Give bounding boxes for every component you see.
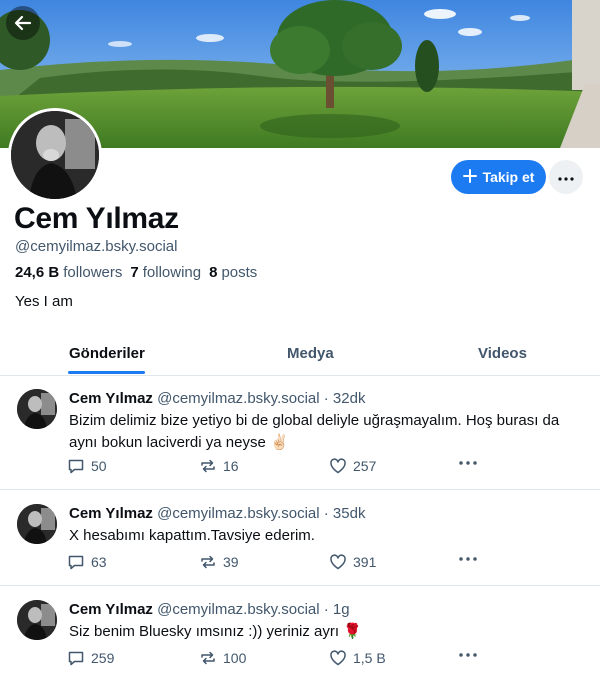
followers-link[interactable]: 24,6 Bfollowers [15, 264, 122, 281]
post-author-name[interactable]: Cem Yılmaz [69, 601, 153, 618]
ellipsis-icon [459, 557, 477, 561]
follow-button-label: Takip et [482, 169, 535, 185]
heart-icon [329, 553, 347, 571]
active-tab-indicator [68, 371, 145, 374]
speech-bubble-icon [67, 457, 85, 475]
reply-button[interactable]: 259 [67, 649, 114, 667]
post-menu-button[interactable] [459, 653, 477, 657]
speech-bubble-icon [67, 649, 85, 667]
tab-videos[interactable]: Videos [478, 330, 527, 376]
repost-arrows-icon [199, 649, 217, 667]
reply-count: 259 [91, 650, 115, 666]
posts-count: 8 [209, 264, 218, 281]
repost-count: 100 [223, 650, 247, 666]
reply-count: 50 [91, 458, 107, 474]
post-timestamp[interactable]: · 1g [324, 601, 350, 618]
repost-count: 16 [223, 458, 239, 474]
post-avatar[interactable] [17, 600, 57, 640]
followers-label: followers [63, 264, 123, 281]
plus-icon [462, 168, 477, 186]
repost-count: 39 [223, 554, 239, 570]
post-header: Cem Yılmaz @cemyilmaz.bsky.social · 1g [69, 601, 350, 618]
like-count: 1,5 B [353, 650, 386, 666]
reply-button[interactable]: 63 [67, 553, 107, 571]
ellipsis-icon [459, 653, 477, 657]
profile-tabs: Gönderiler Medya Videos [0, 330, 600, 376]
post-avatar[interactable] [17, 389, 57, 429]
post-timestamp[interactable]: · 32dk [324, 390, 366, 407]
like-button[interactable]: 391 [329, 553, 376, 571]
following-label: following [142, 264, 202, 281]
following-count: 7 [130, 264, 139, 281]
follow-button[interactable]: Takip et [451, 160, 546, 194]
repost-arrows-icon [199, 553, 217, 571]
post-header: Cem Yılmaz @cemyilmaz.bsky.social · 35dk [69, 505, 365, 522]
repost-button[interactable]: 16 [199, 457, 239, 475]
post-author-name[interactable]: Cem Yılmaz [69, 390, 153, 407]
reply-count: 63 [91, 554, 107, 570]
post-actions: 63 39 391 [67, 553, 487, 573]
post-author-handle[interactable]: @cemyilmaz.bsky.social [157, 505, 319, 522]
post-author-name[interactable]: Cem Yılmaz [69, 505, 153, 522]
heart-icon [329, 457, 347, 475]
post-header: Cem Yılmaz @cemyilmaz.bsky.social · 32dk [69, 390, 365, 407]
ellipsis-icon [558, 168, 574, 186]
repost-arrows-icon [199, 457, 217, 475]
like-count: 257 [353, 458, 377, 474]
repost-button[interactable]: 39 [199, 553, 239, 571]
repost-button[interactable]: 100 [199, 649, 246, 667]
like-button[interactable]: 257 [329, 457, 376, 475]
reply-button[interactable]: 50 [67, 457, 107, 475]
posts-label: posts [221, 264, 258, 281]
post-author-handle[interactable]: @cemyilmaz.bsky.social [157, 601, 319, 618]
like-button[interactable]: 1,5 B [329, 649, 386, 667]
profile-avatar[interactable] [8, 108, 102, 202]
posts-stat: 8 posts [209, 264, 257, 281]
post-actions: 50 16 257 [67, 457, 487, 477]
profile-stats: 24,6 Bfollowers 7 following 8 posts [15, 264, 257, 281]
profile-handle: @cemyilmaz.bsky.social [15, 238, 178, 255]
post-avatar[interactable] [17, 504, 57, 544]
post-menu-button[interactable] [459, 557, 477, 561]
post-text: X hesabımı kapattım.Tavsiye ederim. [69, 527, 315, 544]
tab-media[interactable]: Medya [287, 330, 334, 376]
post-text: Bizim delimiz bize yetiyo bi de global d… [69, 412, 560, 451]
post-menu-button[interactable] [459, 461, 477, 465]
feed-post[interactable]: Cem Yılmaz @cemyilmaz.bsky.social · 32dk… [0, 377, 600, 490]
display-name: Cem Yılmaz [14, 202, 179, 235]
heart-icon [329, 649, 347, 667]
post-author-handle[interactable]: @cemyilmaz.bsky.social [157, 390, 319, 407]
following-link[interactable]: 7 following [130, 264, 201, 281]
back-button[interactable] [6, 6, 40, 40]
more-options-button[interactable] [549, 160, 583, 194]
post-actions: 259 100 1,5 B [67, 649, 487, 669]
ellipsis-icon [459, 461, 477, 465]
tab-posts[interactable]: Gönderiler [69, 330, 145, 376]
profile-bio: Yes I am [15, 293, 73, 310]
like-count: 391 [353, 554, 377, 570]
speech-bubble-icon [67, 553, 85, 571]
arrow-left-icon [13, 13, 33, 33]
feed-post[interactable]: Cem Yılmaz @cemyilmaz.bsky.social · 1g S… [0, 586, 600, 686]
post-timestamp[interactable]: · 35dk [324, 505, 366, 522]
post-text: Siz benim Bluesky ımsınız :)) yeriniz ay… [69, 623, 362, 640]
followers-count: 24,6 B [15, 264, 60, 281]
feed-post[interactable]: Cem Yılmaz @cemyilmaz.bsky.social · 35dk… [0, 490, 600, 586]
